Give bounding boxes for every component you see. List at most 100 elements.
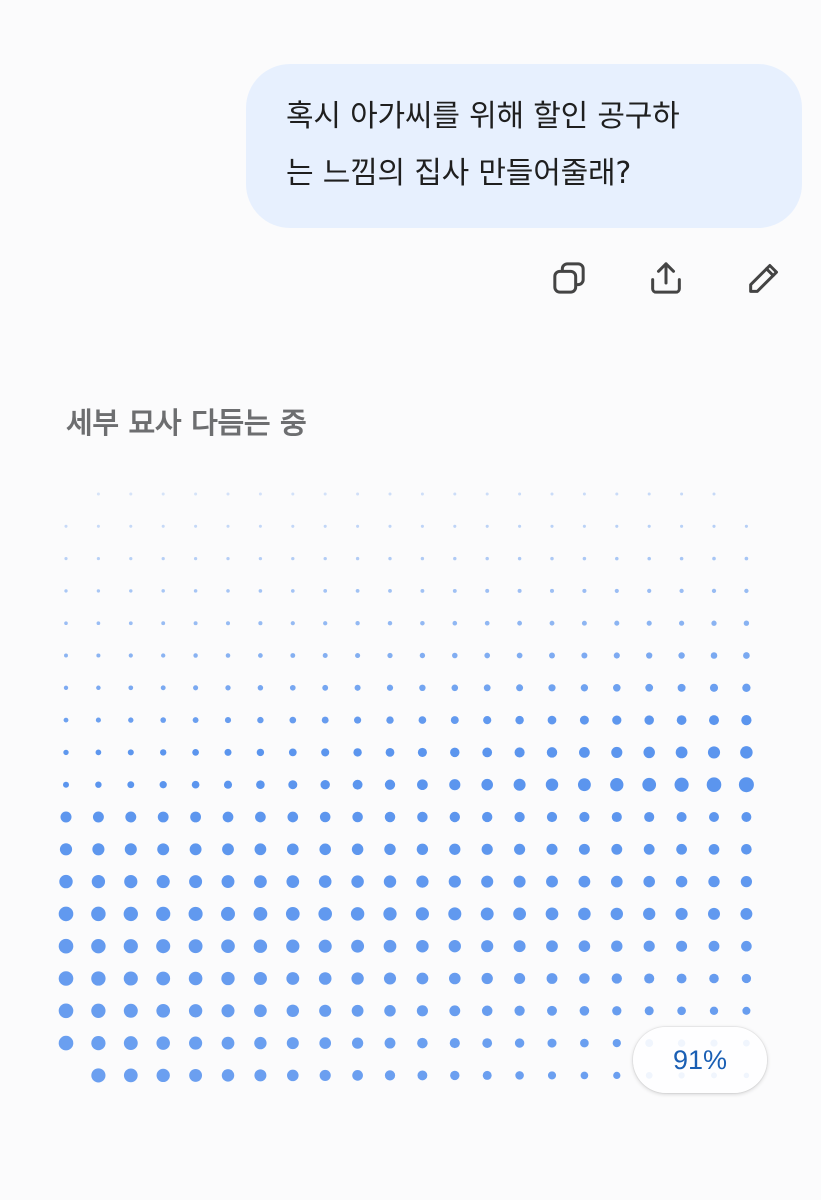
loading-dot xyxy=(453,524,457,528)
loading-dot xyxy=(448,907,462,921)
loading-dot xyxy=(355,589,360,593)
loading-dot xyxy=(744,556,749,561)
loading-dot xyxy=(351,875,364,888)
loading-dot xyxy=(352,1070,363,1081)
loading-dot xyxy=(482,747,493,758)
loading-dot xyxy=(157,843,170,856)
loading-dot xyxy=(258,524,262,528)
loading-dot xyxy=(420,524,424,528)
loading-dot xyxy=(384,779,396,790)
loading-dot xyxy=(513,940,526,953)
loading-dot xyxy=(740,746,753,759)
loading-dot xyxy=(741,812,752,822)
loading-dot xyxy=(256,748,265,757)
loading-dot xyxy=(60,811,72,823)
loading-dot xyxy=(579,811,590,823)
loading-dot xyxy=(642,777,657,792)
loading-dot xyxy=(95,749,102,756)
loading-dot xyxy=(290,621,295,626)
loading-dot xyxy=(615,492,619,496)
loading-dot xyxy=(647,588,652,594)
loading-dot xyxy=(96,621,101,626)
loading-dot xyxy=(419,684,426,692)
loading-dot xyxy=(452,652,458,659)
loading-dot xyxy=(518,524,522,528)
loading-dot xyxy=(253,971,267,986)
loading-dot xyxy=(193,621,198,626)
loading-dot xyxy=(709,683,719,692)
loading-dot xyxy=(482,1070,492,1080)
loading-dot xyxy=(711,620,717,626)
loading-dot xyxy=(123,906,138,922)
loading-dot xyxy=(580,1071,589,1080)
loading-dot xyxy=(416,972,429,985)
loading-dot xyxy=(711,588,717,594)
loading-dot xyxy=(58,938,74,954)
loading-dot xyxy=(192,749,199,756)
loading-dot xyxy=(128,653,133,658)
loading-dot xyxy=(92,811,104,823)
loading-dot xyxy=(483,716,492,725)
loading-dot xyxy=(63,749,69,756)
loading-dot xyxy=(611,811,622,823)
loading-dot xyxy=(709,973,719,984)
loading-dot xyxy=(159,781,167,789)
loading-dot xyxy=(612,1038,621,1048)
loading-dot xyxy=(189,1036,203,1050)
loading-dot xyxy=(674,777,689,792)
loading-dot xyxy=(157,811,169,823)
loading-dot xyxy=(319,1069,331,1081)
loading-dot xyxy=(388,589,392,593)
loading-dot xyxy=(514,1005,525,1016)
loading-dot xyxy=(91,938,106,954)
loading-dot xyxy=(549,620,555,626)
loading-dot xyxy=(679,556,684,561)
loading-dot xyxy=(156,1036,170,1050)
loading-dot xyxy=(485,556,489,561)
loading-dot xyxy=(191,780,200,789)
loading-dot xyxy=(356,492,360,496)
loading-dot xyxy=(287,811,299,823)
loading-dot xyxy=(226,589,230,593)
loading-dot xyxy=(352,779,363,790)
loading-dot xyxy=(643,843,655,855)
loading-dot xyxy=(59,843,73,856)
loading-dot xyxy=(91,1035,106,1051)
loading-dot xyxy=(323,524,327,528)
loading-dot xyxy=(741,714,752,726)
loading-dot xyxy=(709,812,719,822)
loading-dot xyxy=(643,940,655,952)
loading-dot xyxy=(161,653,166,658)
loading-dot xyxy=(550,492,554,496)
loading-dot xyxy=(679,620,685,626)
loading-dot xyxy=(123,1068,138,1083)
loading-dot xyxy=(741,973,752,984)
loading-dot xyxy=(384,1070,396,1081)
loading-dot xyxy=(647,556,651,561)
loading-dot xyxy=(129,492,133,496)
loading-dot xyxy=(351,843,364,856)
loading-dot xyxy=(645,683,654,692)
loading-dot xyxy=(387,620,393,626)
loading-dot xyxy=(678,652,685,659)
loading-dot xyxy=(291,556,295,561)
loading-dot xyxy=(453,492,457,496)
loading-dot xyxy=(224,748,232,756)
loading-dot xyxy=(676,811,687,823)
loading-dot xyxy=(416,1005,428,1017)
loading-dot xyxy=(128,717,134,723)
loading-dot xyxy=(547,1071,557,1080)
loading-dot xyxy=(322,684,329,691)
loading-dot xyxy=(513,778,526,791)
loading-dot xyxy=(708,940,720,952)
loading-dot xyxy=(64,557,68,561)
loading-dot xyxy=(256,780,265,789)
loading-dot xyxy=(710,652,718,659)
loading-dot xyxy=(58,971,74,986)
loading-dot xyxy=(707,746,721,759)
loading-dot xyxy=(128,621,133,626)
loading-dot xyxy=(549,588,555,593)
loading-dot xyxy=(742,683,751,692)
loading-dot xyxy=(288,748,297,757)
loading-dot xyxy=(644,715,654,725)
